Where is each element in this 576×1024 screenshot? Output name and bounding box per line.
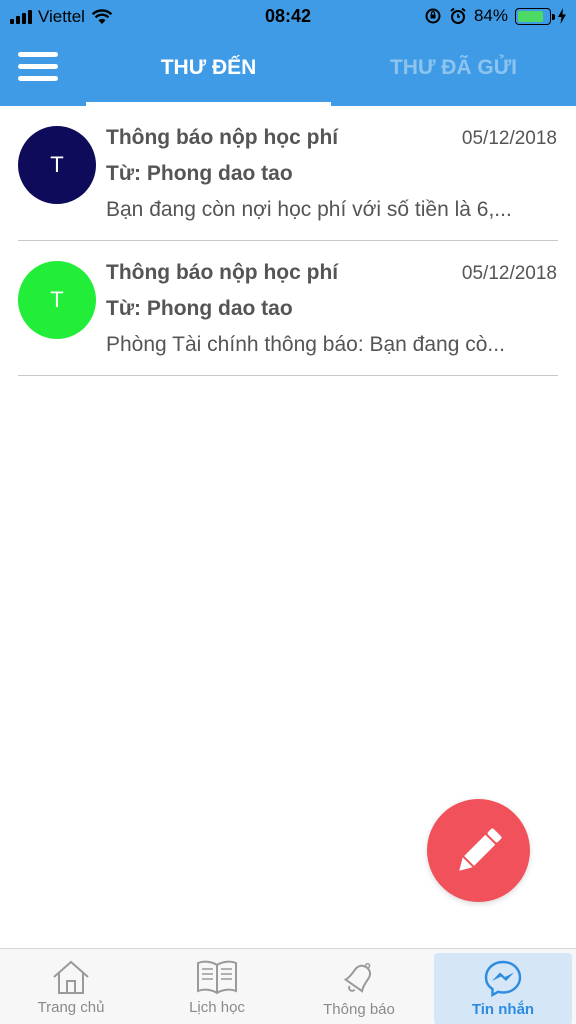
nav-label: Thông báo: [323, 1001, 395, 1018]
nav-label: Tin nhắn: [471, 1001, 535, 1018]
nav-item-home[interactable]: Trang chủ: [2, 953, 140, 1024]
compose-button[interactable]: [427, 799, 530, 902]
tab-sent[interactable]: THƯ ĐÃ GỬI: [331, 34, 576, 106]
status-right: 84%: [424, 6, 566, 26]
charging-bolt-icon: [558, 8, 566, 24]
message-preview: Phòng Tài chính thông báo: Bạn đang cò..…: [106, 333, 505, 356]
nav-label: Lịch học: [189, 999, 245, 1016]
app-header: THƯ ĐẾN THƯ ĐÃ GỬI: [0, 34, 576, 106]
messenger-icon: [484, 960, 522, 997]
orientation-lock-icon: [425, 8, 441, 24]
bottom-nav: Trang chủ Lịch học Thông báo Tin nhắn: [0, 948, 576, 1024]
message-date: 05/12/2018: [461, 263, 557, 284]
nav-item-messages[interactable]: Tin nhắn: [434, 953, 572, 1024]
message-list: T Thông báo nộp học phí 05/12/2018 Từ: P…: [0, 106, 576, 376]
message-subject: Thông báo nộp học phí: [106, 126, 339, 149]
bell-icon: [343, 962, 372, 993]
nav-item-notifications[interactable]: Thông báo: [290, 953, 428, 1024]
home-icon: [53, 960, 89, 994]
list-item[interactable]: T Thông báo nộp học phí 05/12/2018 Từ: P…: [0, 106, 576, 241]
list-item[interactable]: T Thông báo nộp học phí 05/12/2018 Từ: P…: [0, 241, 576, 376]
divider: [18, 375, 558, 376]
alarm-icon: [450, 7, 466, 24]
battery-percent: 84%: [473, 6, 508, 25]
battery-icon: [515, 7, 555, 25]
avatar: T: [18, 126, 96, 204]
message-subject: Thông báo nộp học phí: [106, 261, 339, 284]
status-bar: Viettel 08:42 84%: [0, 0, 576, 34]
message-sender: Từ: Phong dao tao: [106, 162, 293, 185]
hamburger-menu-icon[interactable]: [18, 52, 58, 86]
tab-inbox[interactable]: THƯ ĐẾN: [86, 34, 331, 106]
avatar: T: [18, 261, 96, 339]
nav-label: Trang chủ: [37, 999, 105, 1016]
nav-item-schedule[interactable]: Lịch học: [148, 953, 286, 1024]
message-preview: Bạn đang còn nợi học phí với số tiền là …: [106, 198, 512, 221]
book-icon: [197, 960, 237, 995]
message-sender: Từ: Phong dao tao: [106, 297, 293, 320]
message-date: 05/12/2018: [461, 128, 557, 149]
pencil-icon: [459, 828, 502, 871]
